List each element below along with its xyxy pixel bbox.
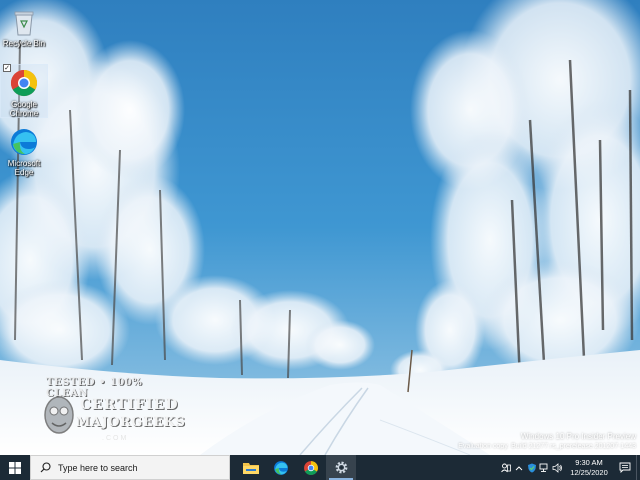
action-center-icon xyxy=(619,462,631,473)
edge-icon xyxy=(9,127,39,157)
search-placeholder: Type here to search xyxy=(58,462,138,473)
build-edition: Windows 10 Pro Insider Preview xyxy=(520,432,636,441)
chrome-icon: ✓ xyxy=(3,64,39,98)
search-input[interactable]: Type here to search xyxy=(30,455,230,480)
taskbar-app-settings[interactable] xyxy=(326,455,356,480)
folder-icon xyxy=(243,462,259,474)
edge-icon xyxy=(274,460,288,475)
clock-date: 12/25/2020 xyxy=(570,467,608,477)
system-tray: 9:30 AM 12/25/2020 xyxy=(499,455,640,480)
watermark-line1: TESTED • 100% CLEAN xyxy=(46,377,143,399)
desktop-icon-label: Recycle Bin xyxy=(2,39,46,48)
chrome-icon xyxy=(304,460,318,475)
taskbar-app-file-explorer[interactable] xyxy=(236,455,266,480)
taskbar-app-chrome[interactable] xyxy=(296,455,326,480)
watermark-line4: .COM xyxy=(102,435,129,442)
watermark-line3: MAJORGEEKS xyxy=(76,415,186,430)
gear-icon xyxy=(335,461,347,474)
desktop-icon-label: Microsoft Edge xyxy=(7,159,41,177)
windows-logo-icon xyxy=(9,461,21,474)
build-watermark: Windows 10 Pro Insider Preview Evaluatio… xyxy=(458,432,636,452)
build-number: Evaluation copy. Build 21277.rs_prerelea… xyxy=(458,443,636,450)
desktop-icon-google-chrome[interactable]: ✓ Google Chrome xyxy=(0,64,48,118)
people-icon[interactable] xyxy=(499,455,512,480)
desktop-icon-label: Google Chrome xyxy=(9,100,39,118)
taskbar-app-edge[interactable] xyxy=(266,455,296,480)
show-desktop-button[interactable] xyxy=(636,455,640,480)
search-icon xyxy=(40,462,51,473)
clock-time: 9:30 AM xyxy=(575,457,603,467)
desktop[interactable]: Recycle Bin ✓ Google Chrome Microsoft Ed… xyxy=(0,0,640,455)
taskbar: Type here to search 9:30 AM 12/25/2020 xyxy=(0,455,640,480)
watermark-line2: CERTIFIED xyxy=(80,397,179,413)
desktop-icon-microsoft-edge[interactable]: Microsoft Edge xyxy=(0,124,48,177)
geek-face-logo xyxy=(42,393,76,442)
start-button[interactable] xyxy=(0,455,30,480)
checkbox-icon[interactable]: ✓ xyxy=(3,64,11,72)
desktop-icon-recycle-bin[interactable]: Recycle Bin xyxy=(0,4,48,48)
chevron-up-icon[interactable] xyxy=(512,455,525,480)
recycle-bin-icon xyxy=(9,7,39,37)
defender-icon[interactable] xyxy=(525,455,538,480)
volume-icon[interactable] xyxy=(551,455,564,480)
majorgeeks-watermark: TESTED • 100% CLEAN CERTIFIED MAJORGEEKS… xyxy=(42,375,186,453)
clock[interactable]: 9:30 AM 12/25/2020 xyxy=(564,458,614,478)
network-icon[interactable] xyxy=(538,455,551,480)
action-center-button[interactable] xyxy=(614,455,636,480)
